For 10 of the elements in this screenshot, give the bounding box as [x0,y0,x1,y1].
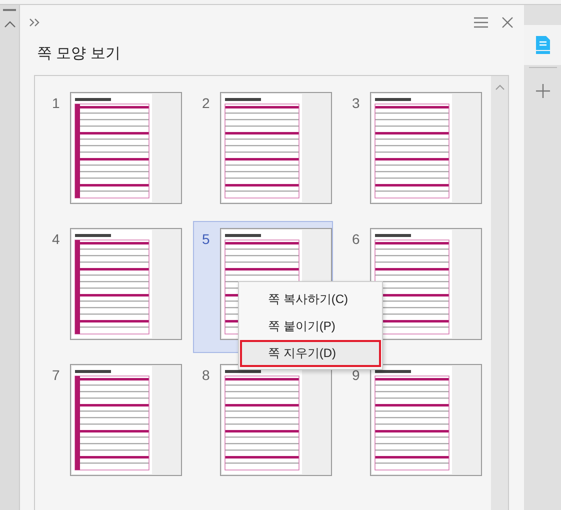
page-number: 8 [202,366,211,383]
page-number: 5 [202,230,211,247]
page-number: 2 [202,94,211,111]
page-number: 3 [352,94,361,111]
page-number: 4 [52,230,61,247]
page-number: 6 [352,230,361,247]
page-number: 7 [52,366,61,383]
panel-title: 쪽 모양 보기 [36,44,122,64]
page-number: 1 [52,94,61,111]
page-number: 9 [352,366,361,383]
